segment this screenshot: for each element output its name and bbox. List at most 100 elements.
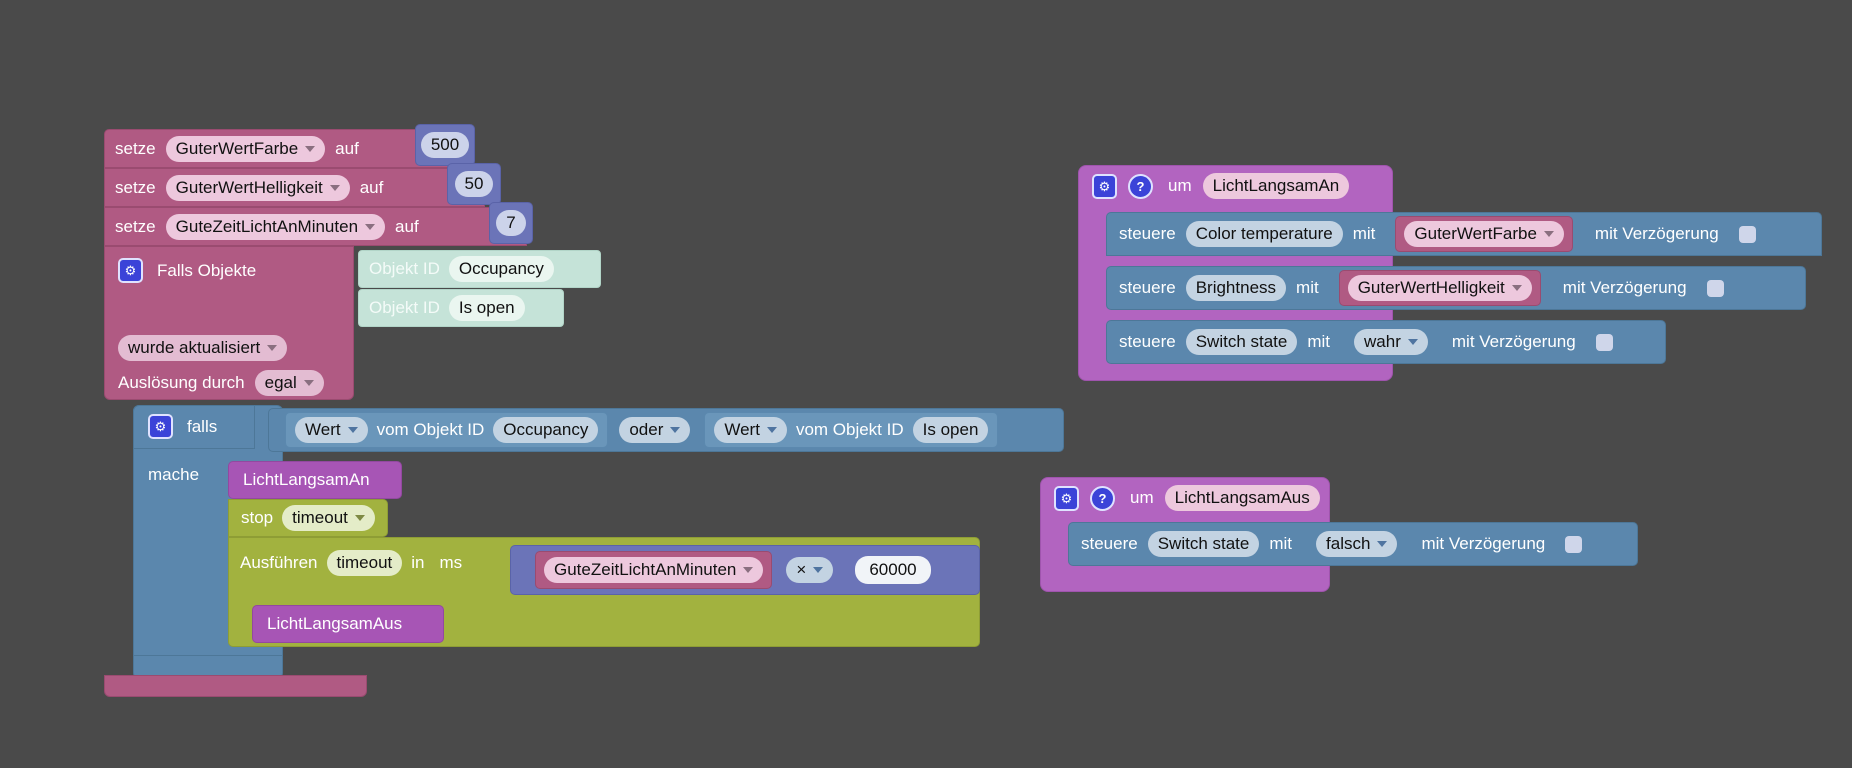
do-label: mache [148, 465, 200, 484]
or-expression-block[interactable]: Wert vom Objekt ID Occupancy oder Wert v… [268, 408, 1064, 452]
number-value[interactable]: 500 [420, 132, 470, 158]
control-with-label: mit [1352, 224, 1376, 243]
number-block-50[interactable]: 50 [447, 163, 501, 205]
variable-dropdown-guterwerthelligkeit-2[interactable]: GuterWertHelligkeit [1347, 275, 1532, 301]
variable-operand-block[interactable]: GuteZeitLichtAnMinuten [535, 551, 773, 589]
help-icon[interactable]: ? [1128, 173, 1153, 199]
control-statement-switch-state-off[interactable]: steuere Switch state mit falsch mit Verz… [1068, 522, 1638, 566]
set-variable-block-3[interactable]: setze GuteZeitLichtAnMinuten auf [104, 207, 527, 246]
source-value: egal [264, 373, 297, 392]
control-statement-color-temperature[interactable]: steuere Color temperature mit GuterWertF… [1106, 212, 1822, 256]
object-id-block-occupancy[interactable]: Objekt ID Occupancy [358, 250, 601, 288]
delay-value-socket-1[interactable] [1738, 225, 1756, 243]
chevron-down-icon [305, 145, 316, 152]
control-statement-brightness[interactable]: steuere Brightness mit GuterWertHelligke… [1106, 266, 1806, 310]
control-keyword: steuere [1119, 278, 1176, 297]
chevron-down-icon [766, 427, 777, 433]
variable-dropdown-gutezeitlichtanminuten-2[interactable]: GuteZeitLichtAnMinuten [544, 557, 764, 583]
function-def-name[interactable]: LichtLangsamAn [1202, 173, 1350, 199]
condition-operand-1[interactable]: Wert vom Objekt ID Occupancy [285, 412, 609, 448]
blockly-workspace[interactable]: setze GuterWertFarbe auf 500 setze Guter… [0, 0, 1852, 768]
condition-operand-2[interactable]: Wert vom Objekt ID Is open [704, 412, 999, 448]
value-variable-block-2[interactable]: GuterWertHelligkeit [1338, 270, 1541, 306]
call-function-lichtlangsaman[interactable]: LichtLangsamAn [228, 461, 402, 499]
boolean-dropdown-falsch[interactable]: falsch [1316, 531, 1398, 557]
set-connector: auf [395, 216, 419, 236]
variable-dropdown-guterwertfarbe-2[interactable]: GuterWertFarbe [1404, 221, 1564, 247]
multiply-operator-dropdown[interactable]: × [786, 557, 834, 583]
number-block-500[interactable]: 500 [415, 124, 475, 166]
logic-operator-dropdown[interactable]: oder [619, 417, 691, 443]
chevron-down-icon [354, 515, 365, 521]
set-variable-block-1[interactable]: setze GuterWertFarbe auf [104, 129, 456, 168]
if-keyword: falls [187, 416, 218, 436]
control-keyword: steuere [1119, 224, 1176, 243]
variable-name: GuterWertFarbe [1414, 224, 1537, 243]
trigger-source-row: Auslösung durch egal [118, 370, 324, 396]
chevron-down-icon [303, 380, 314, 386]
condition-label: wurde aktualisiert [128, 338, 261, 357]
trigger-condition-dropdown[interactable]: wurde aktualisiert [118, 335, 288, 361]
control-target[interactable]: Switch state [1185, 329, 1298, 355]
run-timeout-header: Ausführen timeout in ms [240, 550, 462, 576]
object-id-block-isopen[interactable]: Objekt ID Is open [358, 289, 564, 327]
control-with-label: mit [1307, 332, 1331, 351]
variable-name: GuteZeitLichtAnMinuten [175, 216, 359, 236]
set-variable-block-2[interactable]: setze GuterWertHelligkeit auf [104, 168, 485, 207]
boolean-value: wahr [1364, 332, 1401, 351]
value-dropdown-1[interactable]: Wert [295, 417, 368, 443]
control-with-label: mit [1269, 534, 1293, 553]
boolean-value: falsch [1326, 534, 1371, 553]
value-label: Wert [305, 420, 341, 439]
control-target[interactable]: Brightness [1185, 275, 1287, 301]
multiply-expression-block[interactable]: GuteZeitLichtAnMinuten × 60000 [510, 545, 980, 595]
delay-value-socket-2[interactable] [1706, 279, 1724, 297]
control-target[interactable]: Switch state [1147, 531, 1260, 557]
chevron-down-icon [347, 427, 358, 433]
number-block-7[interactable]: 7 [489, 202, 533, 244]
gear-icon[interactable]: ⚙ [118, 258, 143, 283]
chevron-down-icon [1543, 231, 1554, 237]
control-target[interactable]: Color temperature [1185, 221, 1343, 247]
function-call-name: LichtLangsamAus [267, 614, 403, 633]
stop-timeout-block[interactable]: stop timeout [228, 499, 388, 537]
trigger-source-label: Auslösung durch [118, 373, 245, 392]
trigger-header: ⚙ Falls Objekte [118, 258, 256, 283]
variable-dropdown-gutezeitlichtanminuten[interactable]: GuteZeitLichtAnMinuten [165, 213, 386, 240]
variable-dropdown-guterwertfarbe[interactable]: GuterWertFarbe [165, 135, 326, 162]
if-header-row: ⚙ falls [148, 414, 217, 439]
multiply-right-value[interactable]: 60000 [855, 556, 931, 584]
variable-dropdown-guterwerthelligkeit[interactable]: GuterWertHelligkeit [165, 174, 350, 201]
object-id-value[interactable]: Is open [448, 295, 525, 321]
value-dropdown-2[interactable]: Wert [714, 417, 787, 443]
stop-target-dropdown[interactable]: timeout [282, 505, 375, 531]
trigger-source-dropdown[interactable]: egal [254, 370, 324, 396]
call-function-lichtlangsamaus[interactable]: LichtLangsamAus [252, 605, 444, 643]
control-statement-switch-state-on[interactable]: steuere Switch state mit wahr mit Verzög… [1106, 320, 1666, 364]
value-variable-block-1[interactable]: GuterWertFarbe [1395, 216, 1573, 252]
object-id-label: Objekt ID [369, 259, 440, 278]
gear-icon[interactable]: ⚙ [1054, 485, 1079, 511]
boolean-dropdown-wahr[interactable]: wahr [1354, 329, 1428, 355]
set-keyword: setze [115, 177, 156, 197]
object-id-value-1[interactable]: Occupancy [493, 417, 599, 443]
set-connector: auf [335, 138, 359, 158]
object-id-value[interactable]: Occupancy [448, 256, 554, 282]
control-with-label: mit [1296, 278, 1319, 297]
object-id-value-2[interactable]: Is open [912, 417, 989, 443]
chevron-down-icon [365, 223, 376, 230]
gear-icon[interactable]: ⚙ [1092, 173, 1117, 199]
variable-name: GuteZeitLichtAnMinuten [554, 560, 737, 579]
run-target-field[interactable]: timeout [326, 550, 403, 576]
help-icon[interactable]: ? [1090, 485, 1115, 511]
function-def-keyword: um [1168, 176, 1192, 195]
from-object-label-2: vom Objekt ID [795, 420, 904, 439]
delay-value-socket-4[interactable] [1565, 535, 1583, 553]
function-def-name[interactable]: LichtLangsamAus [1164, 485, 1320, 511]
run-unit-label: ms [439, 553, 463, 572]
gear-icon[interactable]: ⚙ [148, 414, 173, 439]
delay-value-socket-3[interactable] [1595, 333, 1613, 351]
number-value[interactable]: 50 [454, 171, 494, 197]
chevron-down-icon [267, 345, 278, 351]
number-value[interactable]: 7 [496, 210, 526, 236]
